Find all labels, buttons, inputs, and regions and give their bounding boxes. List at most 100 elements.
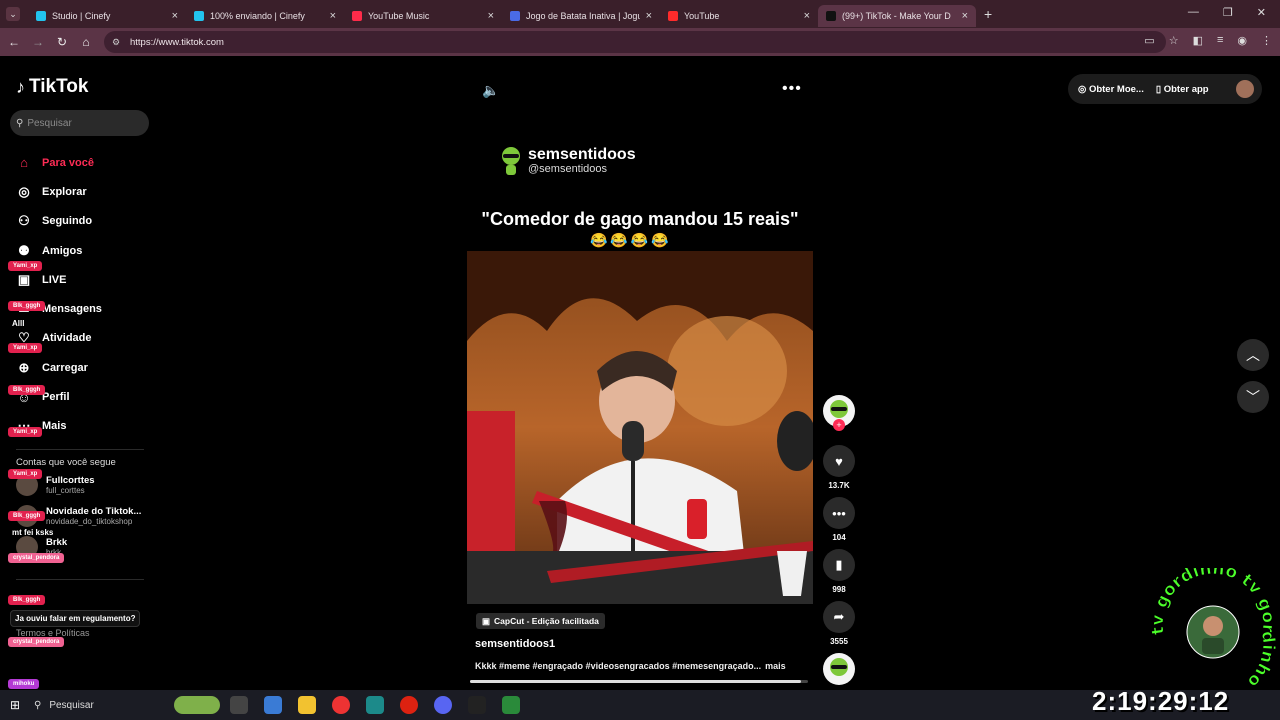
extensions-icon[interactable]: ◧ (1193, 34, 1203, 47)
search-input[interactable]: ⚲ Pesquisar (10, 110, 149, 136)
cast-icon[interactable]: ▭ (1144, 34, 1154, 47)
video-username[interactable]: semsentidoos1 (475, 638, 555, 650)
sidebar-item-explorar[interactable]: ◎ Explorar (16, 177, 156, 206)
creator-info[interactable]: semsentidoos @semsentidoos (500, 146, 636, 176)
capcut-icon: ▣ (482, 615, 491, 626)
chat-username-badge: Blk_gggh (8, 595, 46, 605)
windows-start-icon[interactable]: ⊞ (10, 698, 20, 712)
like-button[interactable]: ♥ 13.7K (823, 445, 855, 490)
app-icon[interactable] (366, 696, 384, 714)
back-icon[interactable]: ← (2, 35, 26, 49)
share-button[interactable]: ➦ 3555 (823, 601, 855, 646)
header-actions: ◎ Obter Moe... ▯ Obter app (1068, 74, 1262, 104)
chat-username-badge: Blk_gggh (8, 301, 46, 311)
video-caption: "Comedor de gago mandou 15 reais" (481, 209, 799, 229)
tab-search-dropdown[interactable]: ⌄ (6, 7, 20, 21)
chat-username-badge: crystal_pendora (8, 637, 65, 647)
save-button[interactable]: ▮ 998 (823, 549, 855, 594)
tab-favicon-icon (194, 11, 204, 21)
tab-favicon-icon (510, 11, 520, 21)
browser-tab[interactable]: YouTube × (660, 5, 818, 27)
chrome-icon[interactable] (332, 696, 350, 714)
chat-username-badge: Blk_gggh (8, 511, 46, 521)
site-info-icon[interactable]: ⚙ (112, 37, 124, 48)
browser-tab[interactable]: YouTube Music × (344, 5, 502, 27)
video-progress-bar[interactable] (470, 680, 808, 683)
follow-plus-icon[interactable]: + (833, 419, 845, 431)
music-disc-button[interactable] (823, 653, 855, 690)
stream-clock: 2:19:29:12 (1092, 686, 1230, 716)
bookmark-icon: ▮ (823, 549, 855, 581)
green-app-icon[interactable] (502, 696, 520, 714)
file-explorer-icon[interactable] (298, 696, 316, 714)
capcut-app-icon[interactable] (468, 696, 486, 714)
windows-taskbar: ⊞ ⚲ Pesquisar (0, 690, 1280, 720)
browser-tab[interactable]: (99+) TikTok - Make Your D × (818, 5, 976, 27)
profile-avatar-icon[interactable]: ◉ (1237, 34, 1247, 47)
channel-watermark: tv gordinho tv gordinho (1150, 568, 1276, 688)
weather-widget-icon[interactable] (174, 696, 220, 714)
new-tab-button[interactable]: + (984, 6, 992, 22)
tiktok-logo[interactable]: ♪ TikTok (16, 76, 88, 98)
home-nav-icon[interactable]: ⌂ (74, 35, 98, 49)
previous-video-button[interactable]: ︿ (1237, 339, 1269, 371)
more-options-icon[interactable]: ••• (782, 80, 802, 98)
chevron-up-icon: ︿ (1246, 347, 1260, 363)
close-tab-icon[interactable]: × (646, 10, 652, 22)
bookmark-star-icon[interactable]: ☆ (1169, 34, 1179, 47)
next-video-button[interactable]: ﹀ (1237, 381, 1269, 413)
share-icon: ➦ (823, 601, 855, 633)
task-view-icon[interactable] (230, 696, 248, 714)
chat-message: Alll (12, 319, 25, 328)
discord-icon[interactable] (434, 696, 452, 714)
chevron-down-icon: ﹀ (1246, 389, 1260, 405)
forward-icon[interactable]: → (26, 35, 50, 49)
video-frame (467, 251, 813, 604)
comment-button[interactable]: ••• 104 (823, 497, 855, 542)
volume-icon[interactable]: 🔈 (482, 82, 499, 99)
browser-toolbar: ← → ↻ ⌂ ⚙ https://www.tiktok.com ▭ ☆ ◧ ≡… (0, 28, 1280, 56)
get-coins-button[interactable]: ◎ Obter Moe... (1078, 84, 1144, 95)
user-follow-icon: ⚇ (18, 213, 30, 229)
get-app-button[interactable]: ▯ Obter app (1156, 84, 1209, 95)
search-icon: ⚲ (16, 117, 24, 129)
sidebar-item-para-voc-[interactable]: ⌂ Para você (16, 148, 156, 177)
close-window-icon[interactable]: ✕ (1257, 6, 1266, 19)
search-icon: ⚲ (34, 699, 42, 711)
close-tab-icon[interactable]: × (804, 10, 810, 22)
browser-tab[interactable]: Jogo de Batata Inativa | Jogue a× (502, 5, 660, 27)
creator-avatar-button[interactable]: + (823, 395, 855, 432)
restore-icon[interactable]: ❐ (1223, 6, 1233, 19)
caption-emojis: 😂😂😂😂 (590, 232, 672, 248)
tiktok-note-icon: ♪ (16, 76, 25, 97)
window-controls: — ❐ ✕ (1174, 0, 1280, 25)
chat-username-badge: Yami_xp (8, 469, 43, 479)
tab-favicon-icon (36, 11, 46, 21)
user-avatar[interactable] (1236, 80, 1254, 98)
chat-username-badge: Yami_xp (8, 427, 43, 437)
close-tab-icon[interactable]: × (488, 10, 494, 22)
reload-icon[interactable]: ↻ (50, 35, 74, 49)
close-tab-icon[interactable]: × (172, 10, 178, 22)
more-link[interactable]: mais (765, 661, 786, 671)
close-tab-icon[interactable]: × (330, 10, 336, 22)
video-player[interactable] (467, 251, 813, 604)
opera-icon[interactable] (400, 696, 418, 714)
browser-tab[interactable]: 100% enviando | Cinefy × (186, 5, 344, 27)
taskbar-search[interactable]: ⚲ Pesquisar (34, 694, 164, 716)
sidebar-item-seguindo[interactable]: ⚇ Seguindo (16, 207, 156, 236)
coin-icon: ◎ (1078, 83, 1089, 95)
creator-name: semsentidoos (528, 146, 636, 163)
close-tab-icon[interactable]: × (962, 10, 968, 22)
minimize-icon[interactable]: — (1188, 6, 1199, 19)
capcut-tag[interactable]: ▣ CapCut - Edição facilitada (476, 613, 605, 629)
tab-favicon-icon (668, 11, 678, 21)
heart-icon: ♥ (823, 445, 855, 477)
compass-icon: ◎ (18, 183, 30, 199)
address-bar[interactable]: ⚙ https://www.tiktok.com (104, 31, 1166, 53)
store-icon[interactable] (264, 696, 282, 714)
media-control-icon[interactable]: ≡ (1217, 34, 1223, 47)
browser-menu-icon[interactable]: ⋮ (1261, 34, 1272, 47)
browser-tab[interactable]: Studio | Cinefy × (28, 5, 186, 27)
chat-username-badge: mihoku (8, 679, 40, 689)
